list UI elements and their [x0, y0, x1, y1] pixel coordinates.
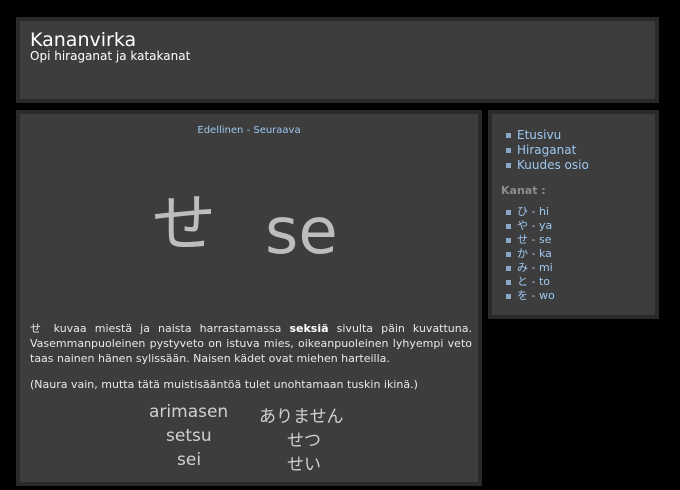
mnemonic-description: せ kuvaa miestä ja naista harrastamassa s…	[30, 321, 472, 366]
nav-item-hiraganat[interactable]: Hiraganat	[506, 143, 589, 158]
example-kana: せつ	[287, 431, 321, 451]
kana-link-ka[interactable]: か - ka	[506, 247, 555, 261]
kana-list: ひ - hi や - ya せ - se か - ka み - mi と - t…	[506, 205, 555, 303]
description-bold: seksiä	[289, 322, 329, 335]
kana-link-hi[interactable]: ひ - hi	[506, 205, 555, 219]
example-romaji: sei	[177, 450, 202, 470]
next-link[interactable]: Seuraava	[253, 125, 300, 136]
nav-item-kuudes-osio[interactable]: Kuudes osio	[506, 158, 589, 173]
kana-link-se[interactable]: せ - se	[506, 233, 555, 247]
kana-link-ya[interactable]: や - ya	[506, 219, 555, 233]
pager: Edellinen - Seuraava	[20, 125, 478, 136]
mnemonic-note: (Naura vain, mutta tätä muistisääntöä tu…	[30, 378, 418, 391]
site-subtitle: Opi hiraganat ja katakanat	[30, 49, 191, 63]
nav-item-etusivu[interactable]: Etusivu	[506, 128, 589, 143]
kana-link-mi[interactable]: み - mi	[506, 261, 555, 275]
site-title[interactable]: Kananvirka	[30, 29, 136, 51]
example-romaji: setsu	[166, 426, 212, 446]
romaji-reading: se	[265, 195, 338, 269]
description-start: せ kuvaa miestä ja naista harrastamassa	[30, 322, 290, 335]
header-panel: Kananvirka Opi hiraganat ja katakanat	[16, 17, 659, 103]
sidebar-nav: Etusivu Hiraganat Kuudes osio	[506, 128, 589, 173]
example-kana: ありません	[259, 407, 344, 427]
kana-link-wo[interactable]: を - wo	[506, 289, 555, 303]
previous-link[interactable]: Edellinen	[197, 125, 243, 136]
sidebar-panel: Etusivu Hiraganat Kuudes osio Kanat : ひ …	[488, 110, 659, 319]
kana-character: せ	[152, 188, 216, 262]
kana-list-heading: Kanat :	[501, 184, 546, 197]
pager-separator: -	[243, 125, 254, 136]
example-romaji: arimasen	[149, 402, 229, 422]
example-kana: せい	[287, 455, 321, 475]
main-content: Edellinen - Seuraava せ se せ kuvaa miestä…	[16, 110, 482, 486]
kana-link-to[interactable]: と - to	[506, 275, 555, 289]
